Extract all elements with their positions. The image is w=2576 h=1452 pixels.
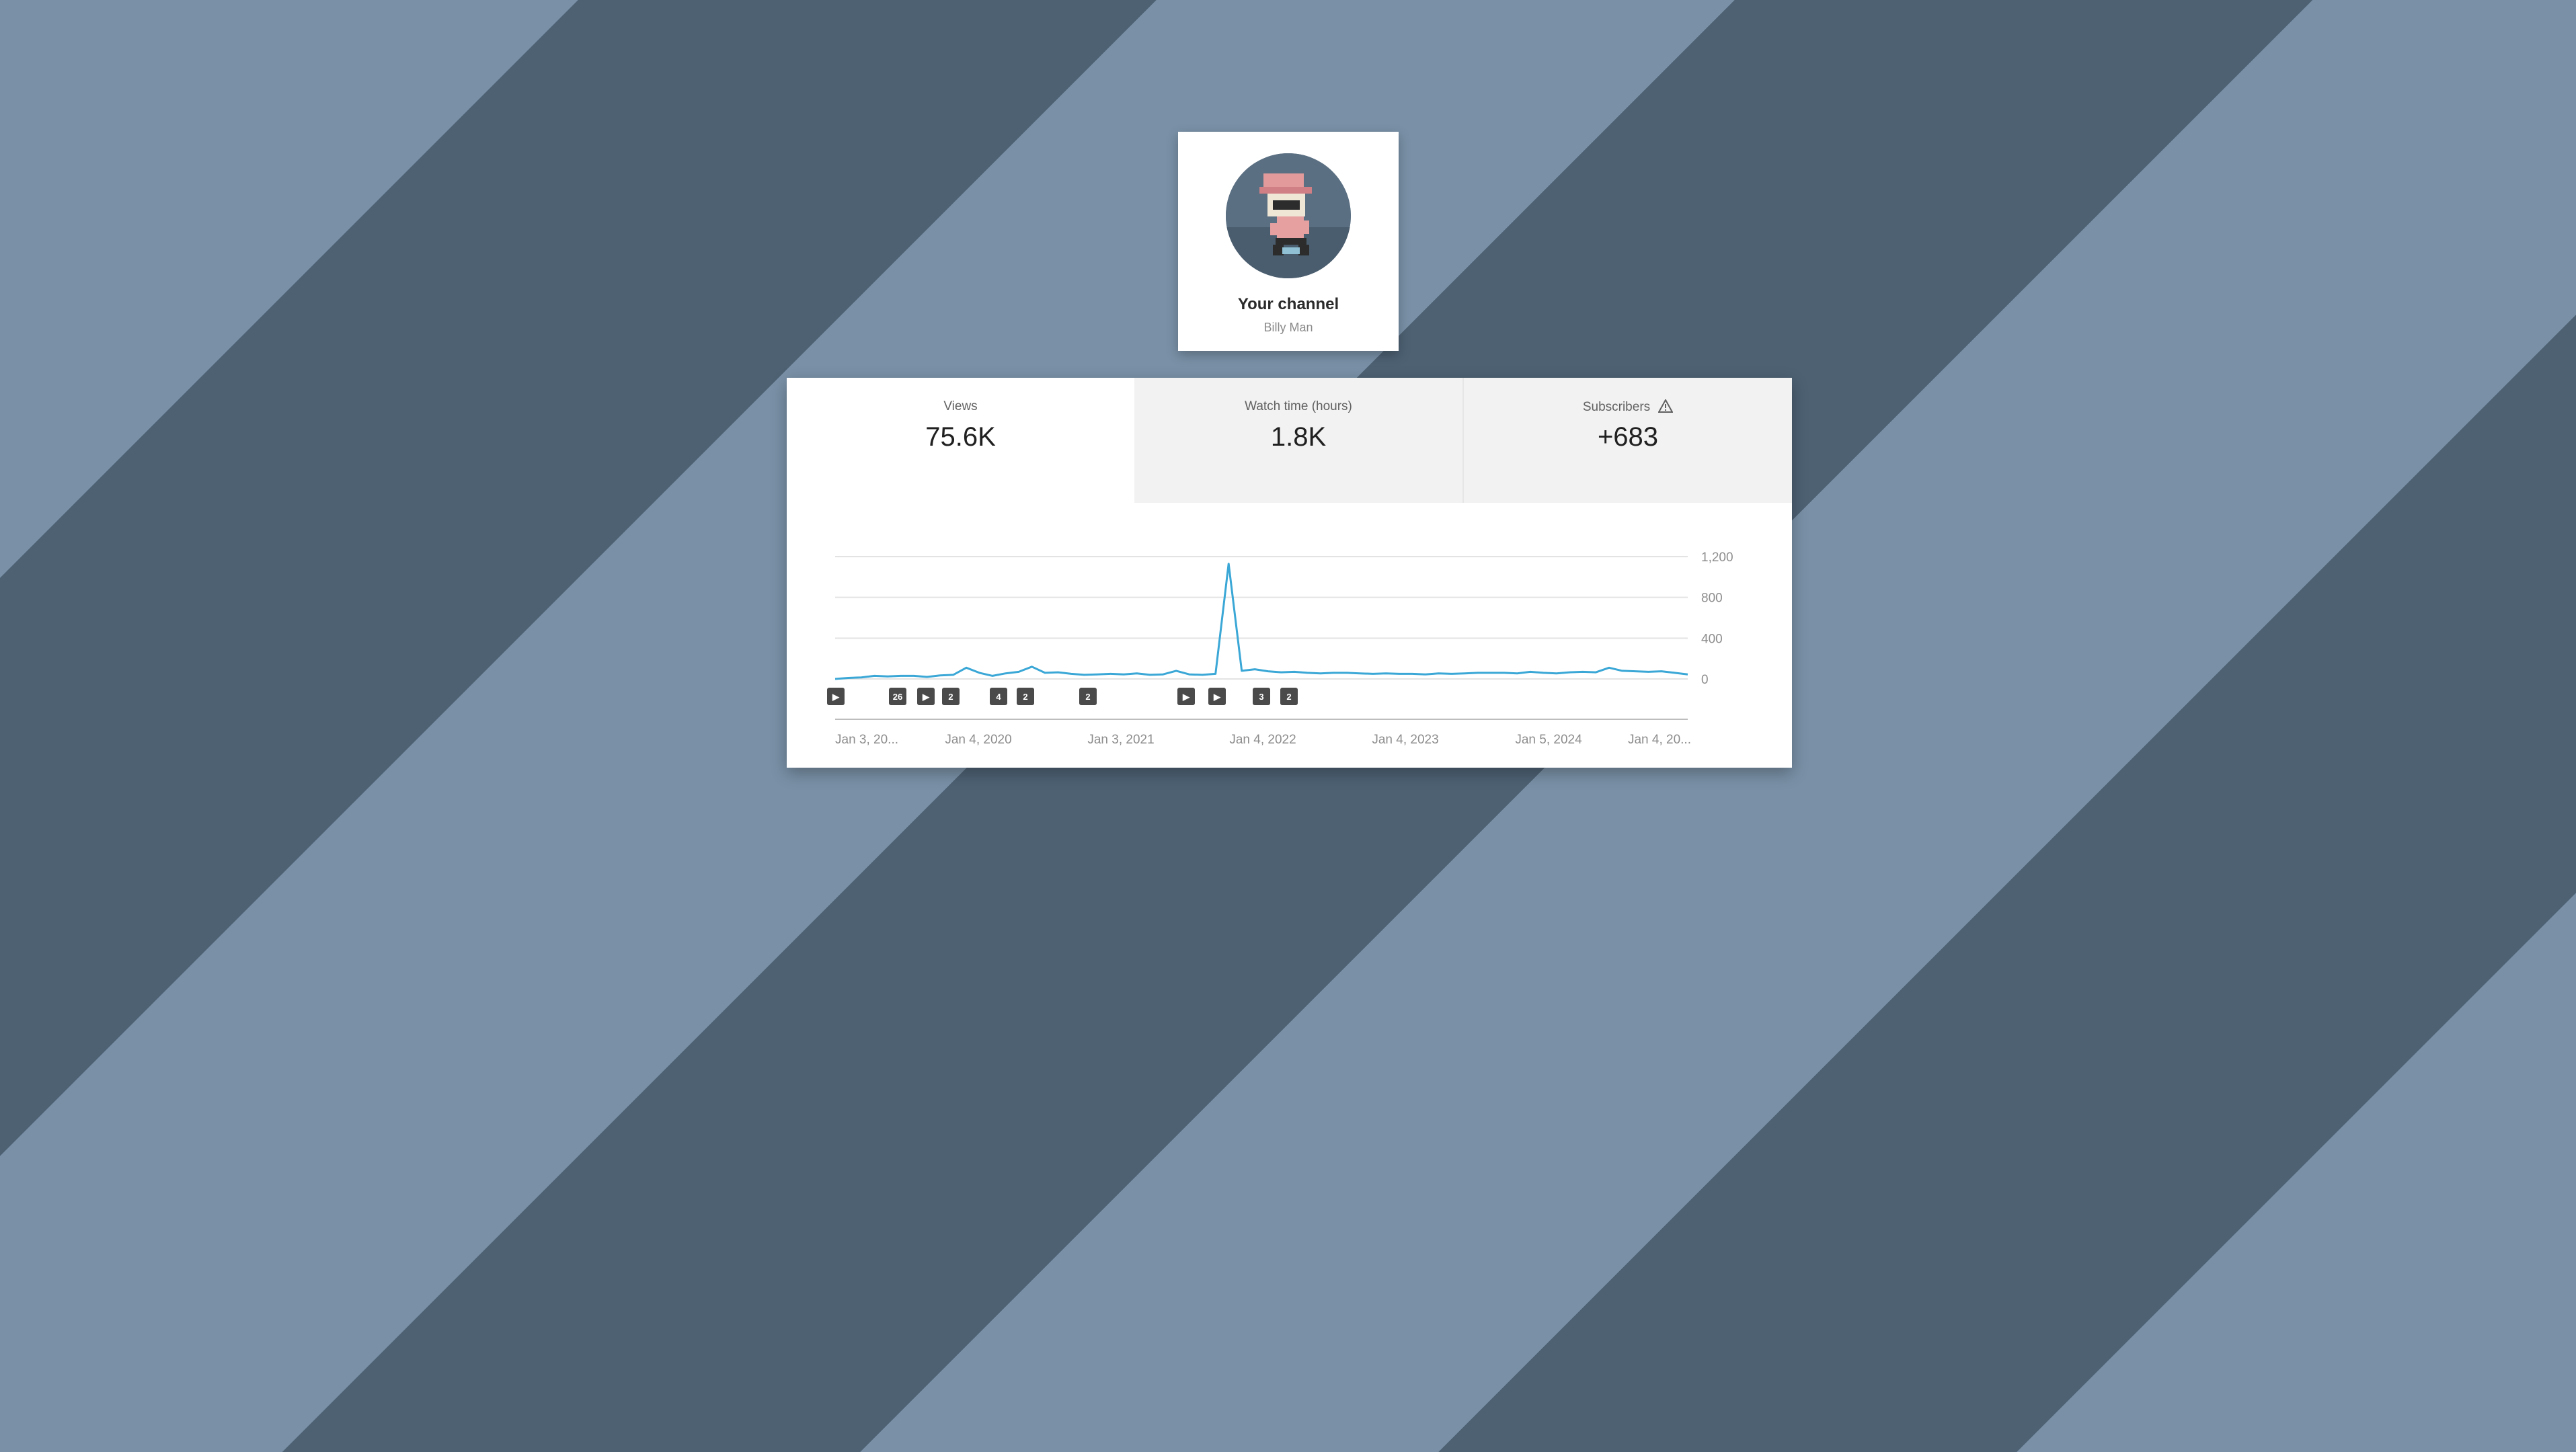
y-tick-label: 1,200 [1701, 551, 1733, 565]
y-tick-label: 400 [1701, 632, 1723, 646]
tab-views[interactable]: Views 75.6K [787, 378, 1134, 503]
tab-watch-time-label: Watch time (hours) [1245, 399, 1352, 413]
pixel-character-avatar-icon [1226, 153, 1351, 278]
video-marker-label: 4 [996, 692, 1001, 702]
video-marker-label: ▶ [922, 692, 930, 702]
views-line-chart: 1,200 800 400 0 ▶ 26 ▶ 2 4 2 2 ▶ ▶ 3 2 Jan 3, 20... Jan … [827, 551, 1733, 747]
video-marker-label: ▶ [832, 692, 840, 702]
x-tick-label: Jan 4, 20... [1628, 733, 1691, 747]
x-tick-label: Jan 5, 2024 [1515, 733, 1582, 747]
channel-title: Your channel [1237, 295, 1339, 313]
video-marker-label: 2 [948, 692, 953, 702]
tab-subscribers-label-row: Subscribers [1464, 399, 1792, 415]
video-marker-label: 26 [893, 692, 902, 702]
x-tick-label: Jan 4, 2023 [1372, 733, 1438, 747]
metric-tabs: Views 75.6K Watch time (hours) 1.8K Subs… [787, 378, 1792, 503]
channel-card[interactable]: Your channel Billy Man [1178, 132, 1399, 351]
tab-subscribers-label: Subscribers [1582, 400, 1651, 414]
x-tick-label: Jan 4, 2020 [945, 733, 1011, 747]
analytics-card: Views 75.6K Watch time (hours) 1.8K Subs… [787, 378, 1792, 768]
tab-views-label: Views [943, 399, 978, 413]
video-marker-label: 2 [1023, 692, 1027, 702]
tab-subscribers-value: +683 [1597, 422, 1659, 452]
video-marker-label: ▶ [1213, 692, 1221, 702]
tab-watch-time-value: 1.8K [1270, 422, 1327, 452]
tab-views-value: 75.6K [925, 422, 996, 452]
tab-subscribers[interactable]: Subscribers +683 [1464, 378, 1792, 503]
y-tick-label: 0 [1701, 673, 1709, 687]
video-marker-label: 2 [1286, 692, 1291, 702]
y-tick-label: 800 [1701, 592, 1723, 606]
x-tick-label: Jan 4, 2022 [1229, 733, 1296, 747]
video-marker-label: 2 [1085, 692, 1090, 702]
x-tick-label: Jan 3, 20... [835, 733, 898, 747]
views-chart: 1,200 800 400 0 ▶ 26 ▶ 2 4 2 2 ▶ ▶ 3 2 Jan 3, 20... Jan … [787, 503, 1792, 768]
video-marker-label: ▶ [1182, 692, 1190, 702]
tab-watch-time[interactable]: Watch time (hours) 1.8K [1134, 378, 1464, 503]
video-marker-label: 3 [1259, 692, 1263, 702]
views-series-line [834, 563, 1688, 680]
warning-icon [1658, 399, 1674, 413]
x-tick-label: Jan 3, 2021 [1087, 733, 1154, 747]
channel-avatar [1226, 153, 1351, 278]
channel-name: Billy Man [1263, 321, 1313, 334]
